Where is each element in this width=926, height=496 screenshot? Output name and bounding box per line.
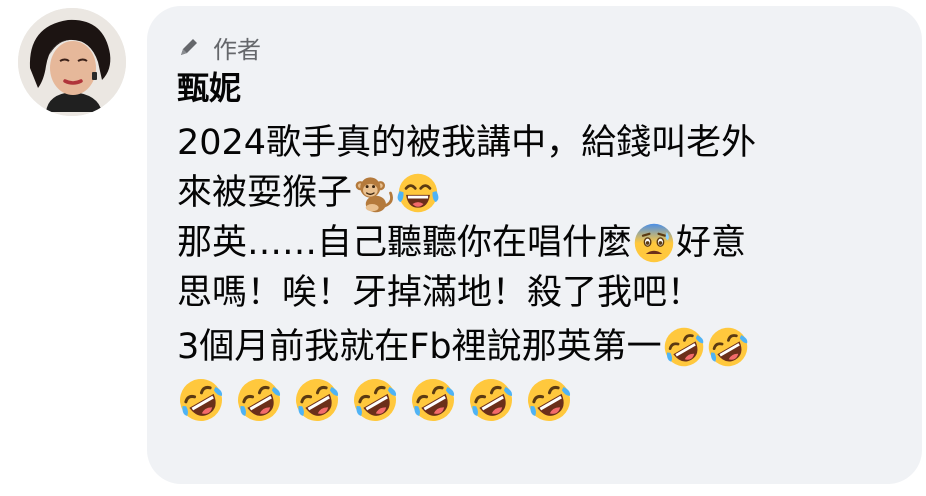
comment-text: 2024歌手真的被我講中，給錢叫老外 來被耍猴子 那英……自己聽聽你在唱什麼 好… [177, 118, 897, 428]
comment-bubble: 作者 甄妮 2024歌手真的被我講中，給錢叫老外 來被耍猴子 那英……自己聽聽你… [147, 6, 922, 484]
face-with-tears-of-joy-emoji [396, 171, 440, 215]
rolling-on-floor-laughing-emoji [706, 325, 750, 369]
rolling-on-floor-laughing-emoji [177, 376, 225, 424]
comment-line: 來被耍猴子 [177, 168, 897, 218]
comment-line: 2024歌手真的被我講中，給錢叫老外 [177, 118, 897, 168]
comment-line: 思嗎！唉！牙掉滿地！殺了我吧！ [177, 268, 897, 318]
rolling-on-floor-laughing-emoji [467, 376, 515, 424]
rolling-on-floor-laughing-emoji [662, 325, 706, 369]
rolling-on-floor-laughing-emoji [235, 376, 283, 424]
avatar[interactable] [18, 8, 126, 116]
rolling-on-floor-laughing-emoji [525, 376, 573, 424]
author-badge-label: 作者 [213, 35, 261, 64]
rolling-on-floor-laughing-emoji [293, 376, 341, 424]
rolling-on-floor-laughing-emoji [409, 376, 457, 424]
comment-text-segment: 那英……自己聽聽你在唱什麼 [177, 223, 633, 263]
comment-text-segment: 來被耍猴子 [177, 173, 353, 213]
comment-text-segment: 3個月前我就在Fb裡說那英第一 [177, 327, 662, 367]
comment-line: 那英……自己聽聽你在唱什麼 好意 [177, 218, 897, 268]
emoji-row [177, 372, 897, 428]
author-comment: 作者 甄妮 2024歌手真的被我講中，給錢叫老外 來被耍猴子 那英……自己聽聽你… [0, 0, 926, 496]
monkey-emoji [352, 171, 396, 215]
comment-line: 3個月前我就在Fb裡說那英第一 [177, 322, 897, 372]
comment-text-segment: 好意 [676, 223, 747, 263]
comment-text-segment: 2024歌手真的被我講中，給錢叫老外 [177, 123, 757, 163]
rolling-on-floor-laughing-emoji [351, 376, 399, 424]
pen-icon [181, 39, 197, 55]
author-name[interactable]: 甄妮 [177, 68, 241, 108]
comment-text-segment: 思嗎！唉！牙掉滿地！殺了我吧！ [177, 273, 703, 313]
author-badge: 作者 [177, 32, 261, 64]
anxious-face-emoji [632, 221, 676, 265]
